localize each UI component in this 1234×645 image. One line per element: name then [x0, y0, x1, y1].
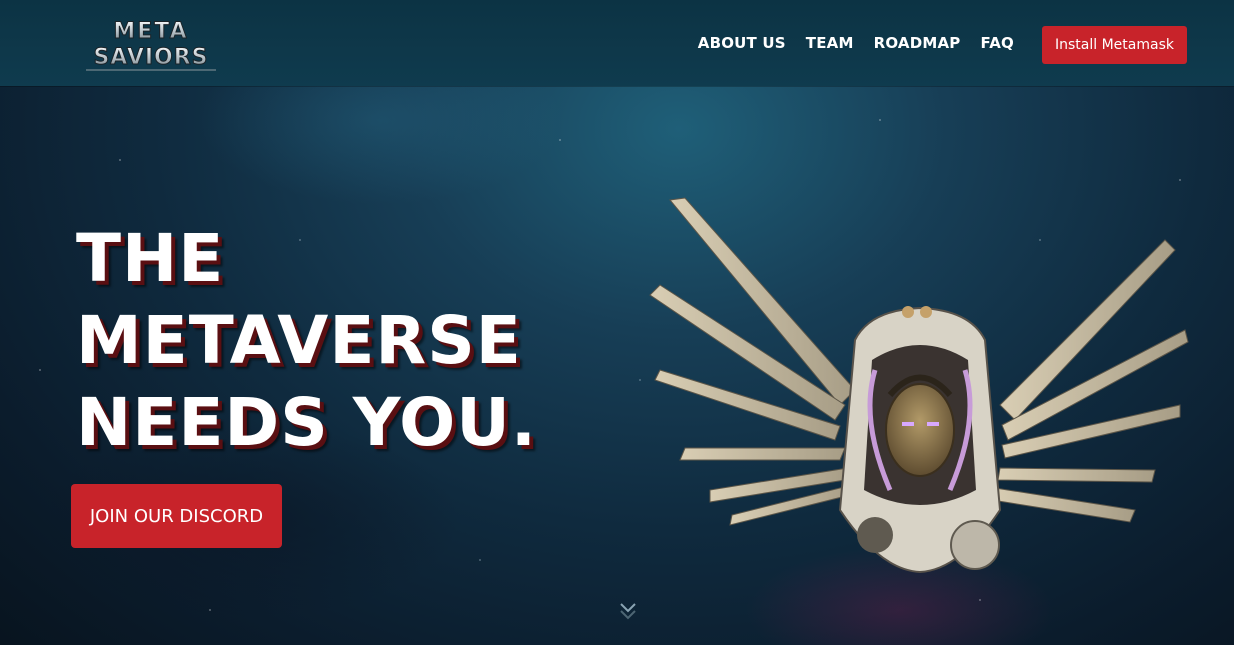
site-header: META SAVIORS ABOUT US TEAM ROADMAP FAQ I…	[0, 0, 1234, 86]
meta-saviors-logo[interactable]: META SAVIORS	[76, 12, 226, 74]
nav-faq[interactable]: FAQ	[981, 34, 1015, 52]
logo-line-1: META	[113, 19, 188, 44]
nav-roadmap[interactable]: ROADMAP	[874, 34, 961, 52]
logo-line-2: SAVIORS	[93, 45, 208, 70]
main-nav: ABOUT US TEAM ROADMAP FAQ	[698, 34, 1014, 52]
hero-title-line-1: THE	[76, 220, 225, 297]
hero-title: THE METAVERSE NEEDS YOU.	[76, 218, 537, 464]
nav-about-us[interactable]: ABOUT US	[698, 34, 786, 52]
hero-title-line-3: NEEDS YOU.	[76, 384, 537, 461]
nav-team[interactable]: TEAM	[806, 34, 854, 52]
join-discord-button[interactable]: JOIN OUR DISCORD	[71, 484, 282, 548]
install-metamask-button[interactable]: Install Metamask	[1042, 26, 1187, 64]
chevron-down-icon[interactable]	[618, 600, 638, 622]
winged-savior-character-image	[640, 190, 1200, 590]
hero-title-line-2: METAVERSE	[76, 302, 522, 379]
